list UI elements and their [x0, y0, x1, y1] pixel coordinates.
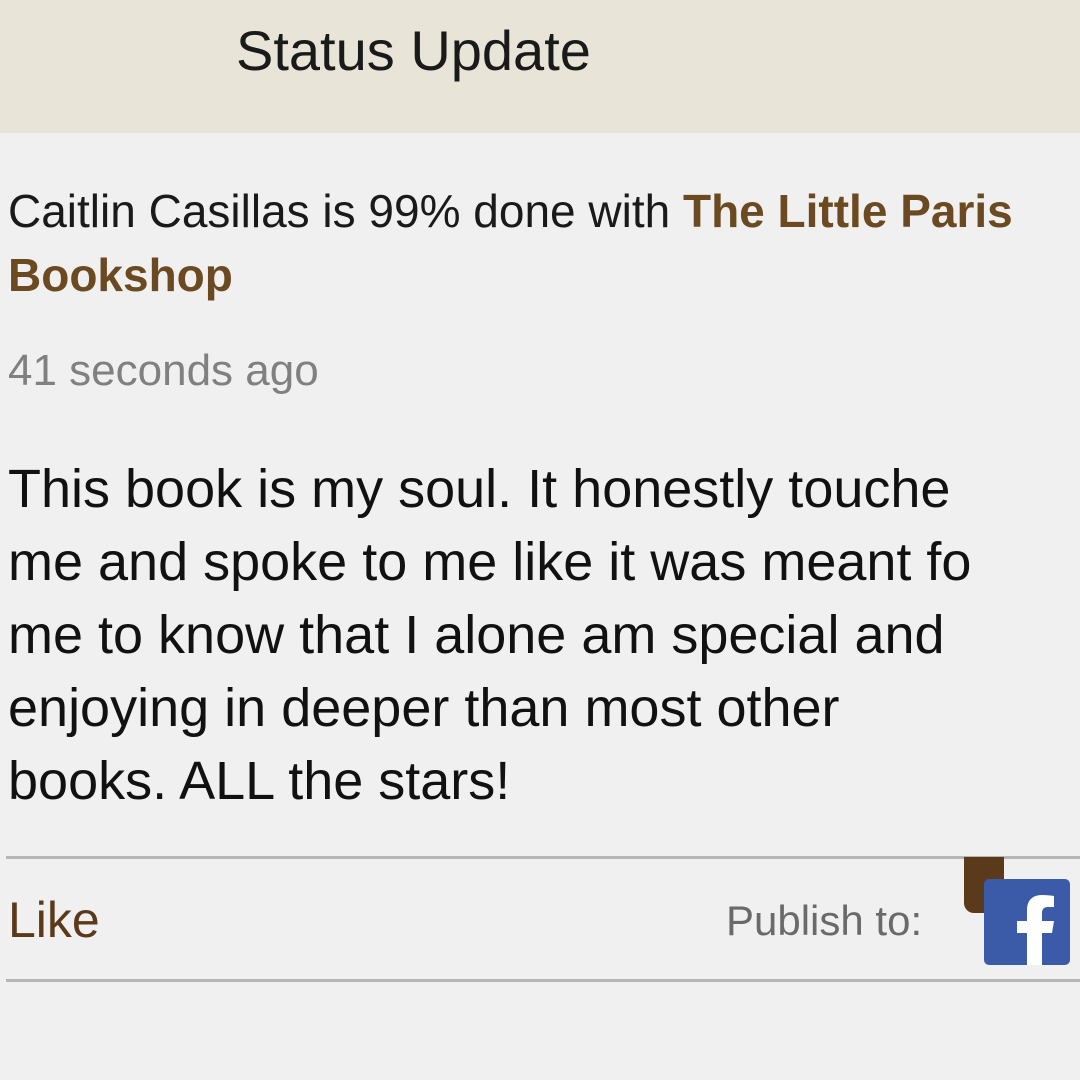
- status-body-line: me to know that I alone am special and: [8, 605, 945, 665]
- user-name[interactable]: Caitlin Casillas: [8, 185, 310, 237]
- facebook-f-glyph: [1017, 895, 1054, 965]
- status-body: This book is my soul. It honestly touche…: [8, 453, 1080, 818]
- status-headline: Caitlin Casillas is 99% done with The Li…: [8, 179, 1078, 307]
- progress-text: is 99% done with: [309, 185, 683, 237]
- publish-to-label: Publish to:: [726, 897, 923, 944]
- like-button[interactable]: Like: [8, 891, 100, 949]
- status-body-line: enjoying in deeper than most other: [8, 678, 840, 738]
- status-body-line: me and spoke to me like it was meant fo: [8, 532, 972, 592]
- facebook-icon[interactable]: [984, 879, 1070, 965]
- status-update-card: Caitlin Casillas is 99% done with The Li…: [0, 133, 1080, 1080]
- status-body-line: books. ALL the stars!: [8, 751, 511, 811]
- nav-bar: Status Update: [0, 0, 1080, 133]
- page-title: Status Update: [236, 19, 591, 82]
- divider: [6, 856, 1080, 859]
- divider: [6, 979, 1080, 982]
- timestamp: 41 seconds ago: [8, 346, 319, 395]
- status-body-line: This book is my soul. It honestly touche: [8, 459, 951, 519]
